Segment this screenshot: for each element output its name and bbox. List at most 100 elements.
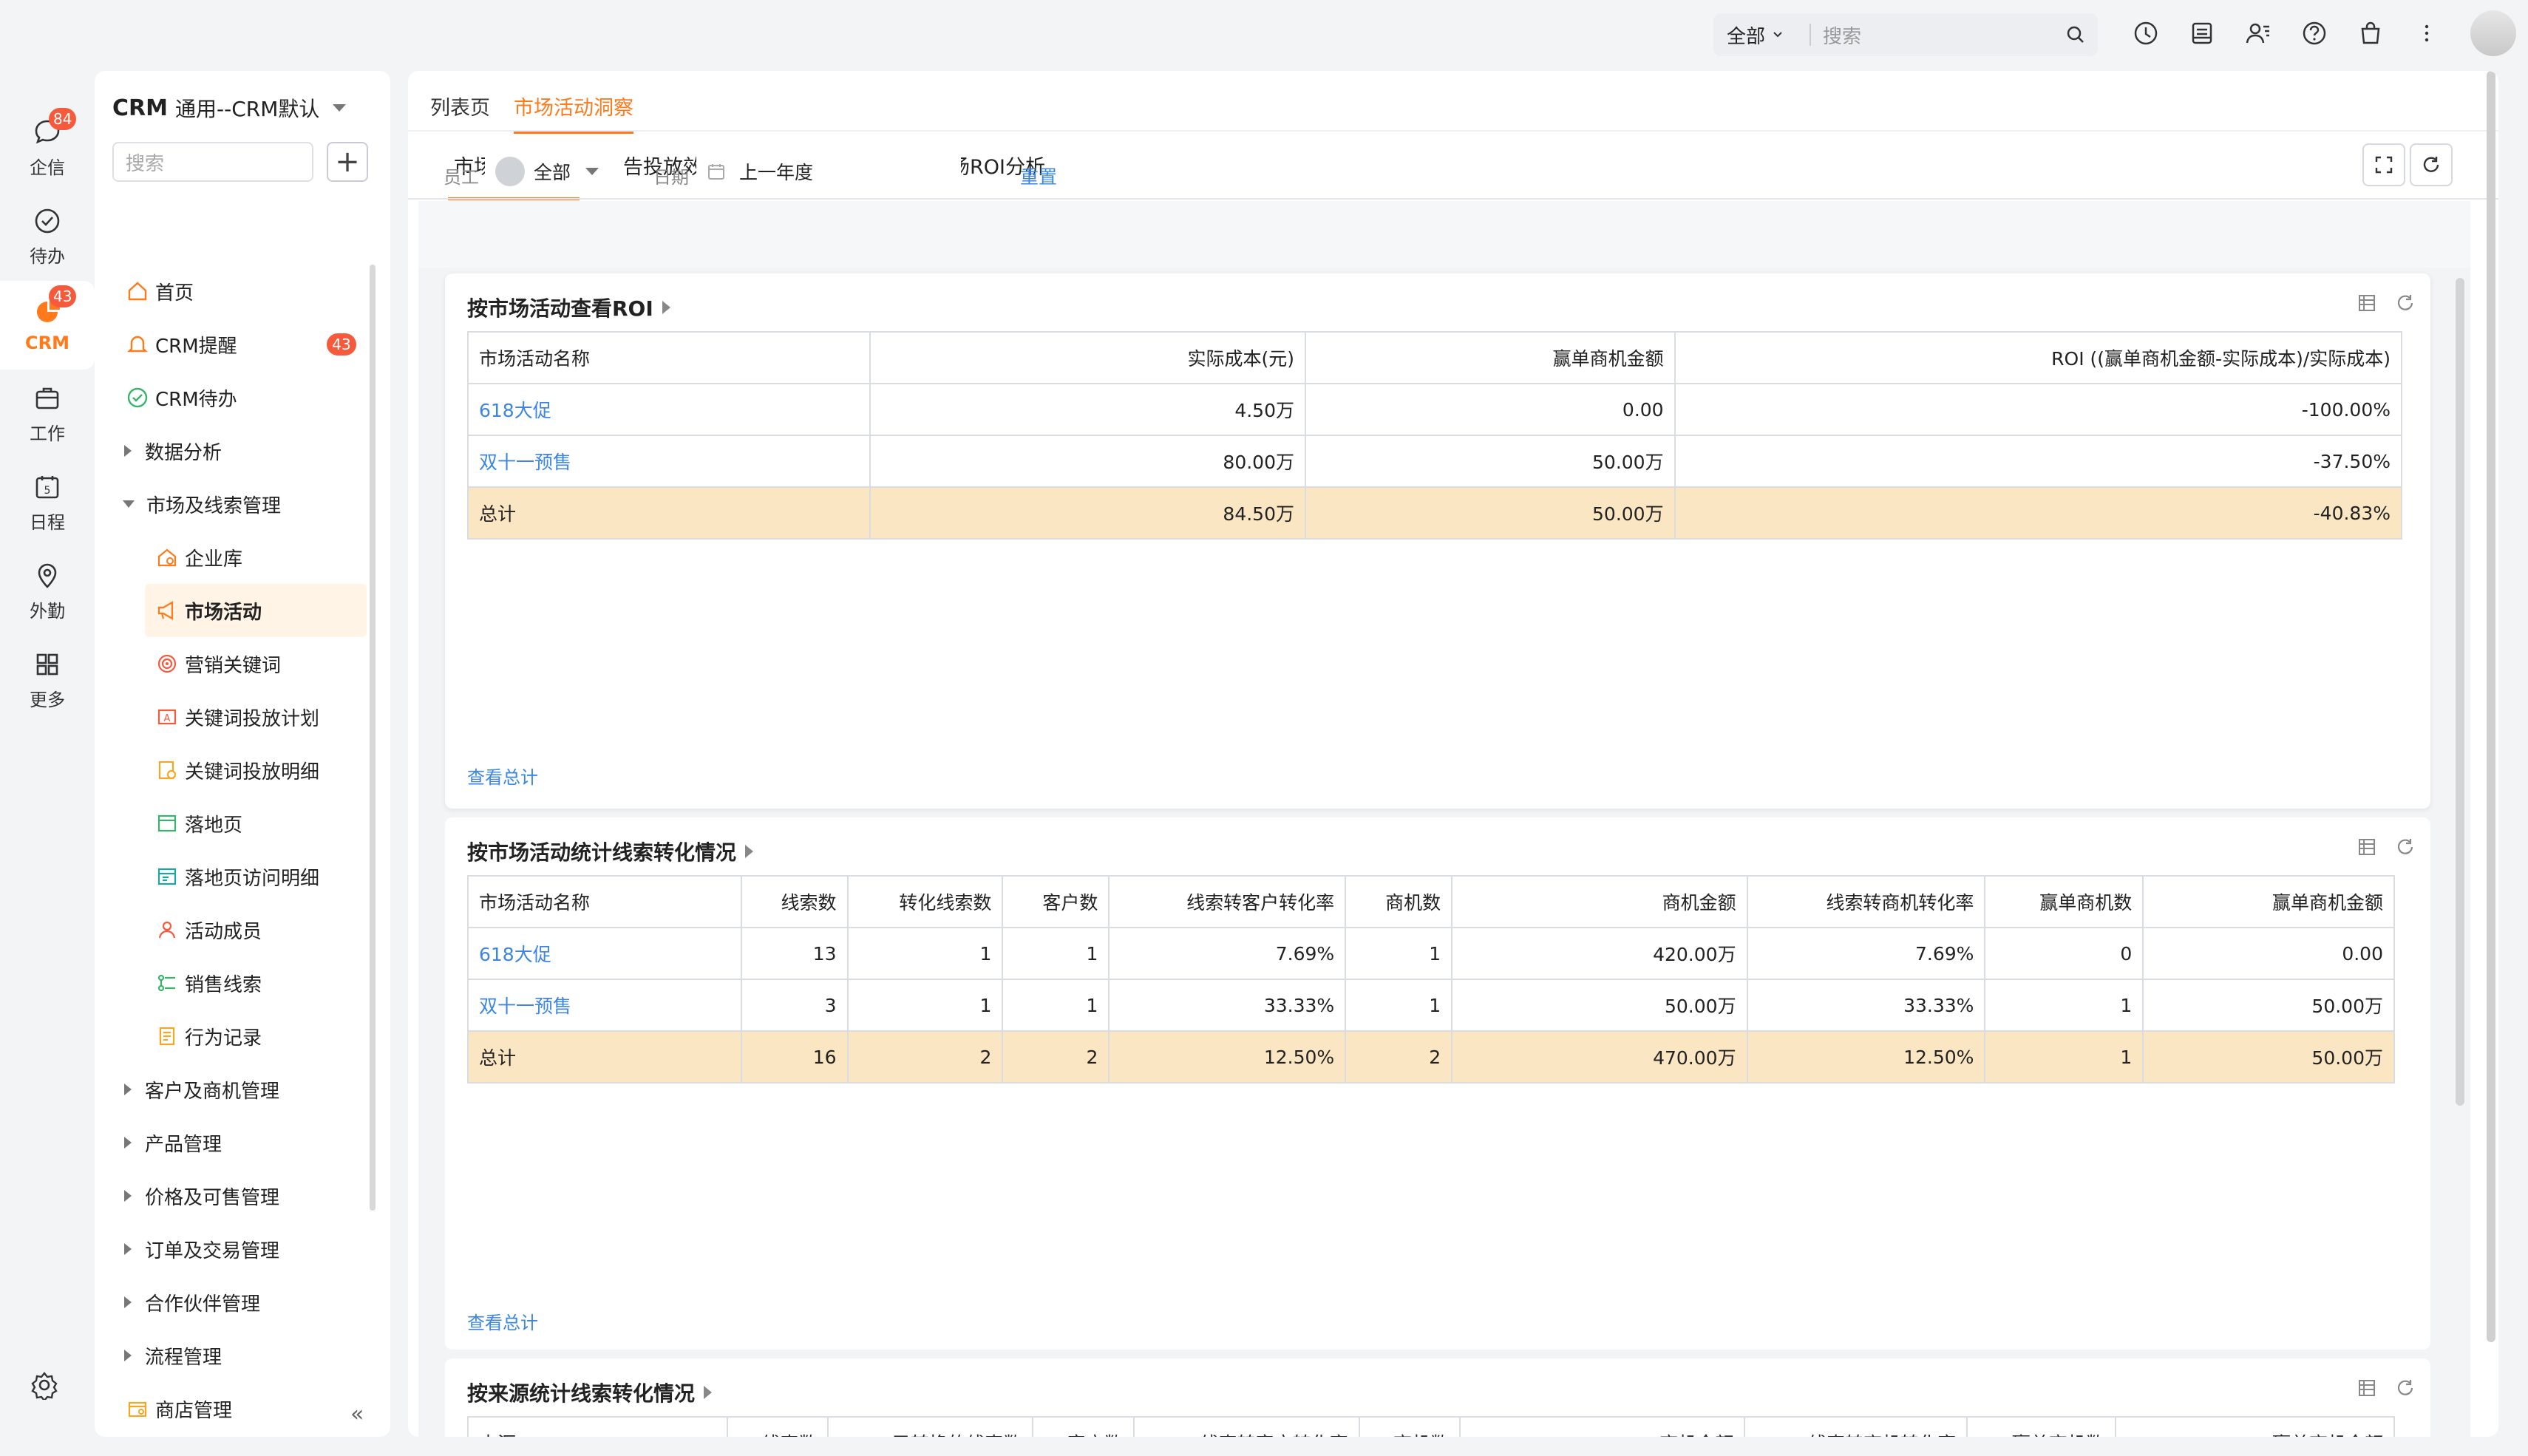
sidebar-item-landing-page[interactable]: 落地页 [95, 797, 378, 850]
column-header[interactable]: 赢单商机金额 [2142, 875, 2395, 928]
fullscreen-icon[interactable] [2362, 143, 2405, 186]
card-title[interactable]: 按来源统计线索转化情况 [467, 1378, 713, 1407]
rail-item-todo[interactable]: 待办 [0, 192, 95, 281]
column-header[interactable]: 商机数 [1345, 875, 1453, 928]
calendar-icon [708, 164, 724, 180]
sidebar-group-partners[interactable]: 合作伙伴管理 [95, 1276, 378, 1329]
tab-market-insight[interactable]: 市场活动洞察 [514, 92, 633, 134]
column-header[interactable]: 市场活动名称 [467, 875, 742, 928]
column-header[interactable]: 线索转客户转化率 [1132, 1416, 1360, 1437]
sidebar-item-crm-todo[interactable]: CRM待办 [95, 371, 378, 424]
column-header[interactable]: 已转换的线索数 [827, 1416, 1034, 1437]
column-header[interactable]: 线索转商机转化率 [1744, 1416, 1968, 1437]
card-title[interactable]: 按市场活动查看ROI [467, 293, 670, 322]
sidebar-group-pricing[interactable]: 价格及可售管理 [95, 1169, 378, 1222]
activity-link[interactable]: 双十一预售 [467, 435, 871, 488]
sidebar-item-enterprise-library[interactable]: 企业库 [95, 531, 378, 584]
sidebar-scrollbar[interactable] [370, 265, 376, 1211]
table-view-icon[interactable] [2357, 293, 2377, 313]
column-header[interactable]: 转化线索数 [846, 875, 1004, 928]
sidebar-group-market-leads[interactable]: 市场及线索管理 [95, 477, 378, 531]
roi-card-title: 按市场活动查看ROI [467, 296, 653, 321]
member-icon [154, 916, 180, 943]
table-cell: 2 [1002, 1030, 1110, 1084]
view-total-link[interactable]: 查看总计 [467, 763, 538, 789]
column-header[interactable]: 线索数 [727, 1416, 829, 1437]
sidebar-item-sales-leads[interactable]: 销售线索 [95, 956, 378, 1010]
sidebar-item-store[interactable]: 商店管理 [95, 1382, 378, 1435]
rail-item-chat[interactable]: 企信 84 [0, 103, 95, 192]
sidebar-item-crm-reminder[interactable]: CRM提醒 43 [95, 318, 378, 371]
sidebar-item-marketing-activity[interactable]: 市场活动 [145, 584, 367, 637]
column-header[interactable]: 商机金额 [1451, 875, 1748, 928]
sidebar-item-keyword-plan[interactable]: A 关键词投放计划 [95, 690, 378, 744]
user-avatar[interactable] [2470, 10, 2516, 56]
search-scope-dropdown[interactable]: 全部 [1713, 21, 1810, 49]
history-icon[interactable] [2129, 16, 2163, 50]
sidebar-item-home[interactable]: 首页 [95, 265, 378, 318]
column-header[interactable]: 赢单商机金额 [1305, 331, 1676, 384]
sidebar-group-data-analysis[interactable]: 数据分析 [95, 424, 378, 477]
sidebar-group-orders[interactable]: 订单及交易管理 [95, 1222, 378, 1276]
column-header[interactable]: 赢单商机金额 [2114, 1416, 2396, 1437]
table-view-icon[interactable] [2357, 1378, 2377, 1398]
main-scrollbar[interactable] [2487, 71, 2495, 1342]
refresh-icon[interactable] [2395, 293, 2416, 313]
sidebar-group-product[interactable]: 产品管理 [95, 1116, 378, 1169]
refresh-icon[interactable] [2410, 143, 2453, 186]
activity-link[interactable]: 618大促 [467, 383, 871, 436]
contacts-icon[interactable] [2241, 16, 2275, 50]
card-title[interactable]: 按市场活动统计线索转化情况 [467, 837, 754, 866]
activity-link[interactable]: 618大促 [467, 927, 742, 980]
report-scrollbar[interactable] [2456, 278, 2464, 1106]
refresh-icon[interactable] [2395, 1378, 2416, 1398]
table-header-row: 市场活动名称 实际成本(元) 赢单商机金额 ROI ((赢单商机金额-实际成本)… [467, 331, 2403, 384]
column-header[interactable]: 线索数 [740, 875, 849, 928]
sidebar-group-customer-opportunity[interactable]: 客户及商机管理 [95, 1063, 378, 1116]
sidebar-item-marketing-keywords[interactable]: 营销关键词 [95, 637, 378, 690]
bag-icon[interactable] [2354, 16, 2388, 50]
settings-icon[interactable] [30, 1370, 59, 1405]
search-icon[interactable] [2053, 24, 2098, 45]
employee-filter[interactable]: 全部 [485, 151, 624, 192]
add-button[interactable]: + [327, 142, 368, 182]
rail-item-calendar[interactable]: 5 日程 [0, 458, 95, 547]
search-input[interactable]: 搜索 [1811, 21, 2053, 49]
column-header[interactable]: 客户数 [1032, 1416, 1135, 1437]
app-switcher[interactable]: CRM 通用--CRM默认 [112, 93, 347, 123]
help-icon[interactable] [2297, 16, 2331, 50]
reset-button[interactable]: 重置 [1020, 163, 1057, 189]
column-header[interactable]: ROI ((赢单商机金额-实际成本)/实际成本) [1674, 331, 2403, 384]
rail-item-field[interactable]: 外勤 [0, 547, 95, 636]
view-total-link[interactable]: 查看总计 [467, 1308, 538, 1334]
table-header-row: 来源 线索数 已转换的线索数 客户数 线索转客户转化率 商机数 商机金额 线索转… [466, 1416, 2396, 1437]
column-header[interactable]: 商机数 [1358, 1416, 1461, 1437]
more-icon[interactable] [2410, 16, 2444, 50]
tab-list-page[interactable]: 列表页 [430, 92, 490, 134]
column-header[interactable]: 线索转客户转化率 [1108, 875, 1347, 928]
rail-item-more[interactable]: 更多 [0, 636, 95, 724]
roi-card: 按市场活动查看ROI 市场活动名称 实际成本(元) 赢单商机金额 ROI ((赢… [445, 273, 2430, 809]
column-header[interactable]: 实际成本(元) [869, 331, 1307, 384]
notice-icon[interactable] [2185, 16, 2219, 50]
sidebar-search-input[interactable]: 搜索 [112, 142, 313, 182]
table-view-icon[interactable] [2357, 837, 2377, 857]
rail-item-work[interactable]: 工作 [0, 370, 95, 458]
collapse-sidebar-icon[interactable]: « [350, 1401, 364, 1427]
column-header[interactable]: 来源 [466, 1416, 729, 1437]
sidebar-item-keyword-detail[interactable]: 关键词投放明细 [95, 744, 378, 797]
rail-item-crm[interactable]: CRM 43 [0, 281, 95, 370]
column-header[interactable]: 商机金额 [1459, 1416, 1746, 1437]
column-header[interactable]: 线索转商机转化率 [1746, 875, 1986, 928]
sidebar-item-behavior-records[interactable]: 行为记录 [95, 1010, 378, 1063]
sidebar-item-landing-visit-detail[interactable]: 落地页访问明细 [95, 850, 378, 903]
column-header[interactable]: 赢单商机数 [1966, 1416, 2116, 1437]
activity-link[interactable]: 双十一预售 [467, 979, 742, 1032]
column-header[interactable]: 客户数 [1002, 875, 1110, 928]
column-header[interactable]: 赢单商机数 [1984, 875, 2144, 928]
sidebar-item-activity-members[interactable]: 活动成员 [95, 903, 378, 956]
refresh-icon[interactable] [2395, 837, 2416, 857]
column-header[interactable]: 市场活动名称 [467, 331, 871, 384]
sidebar-group-process[interactable]: 流程管理 [95, 1329, 378, 1382]
date-filter[interactable]: 上一年度 [696, 151, 961, 192]
